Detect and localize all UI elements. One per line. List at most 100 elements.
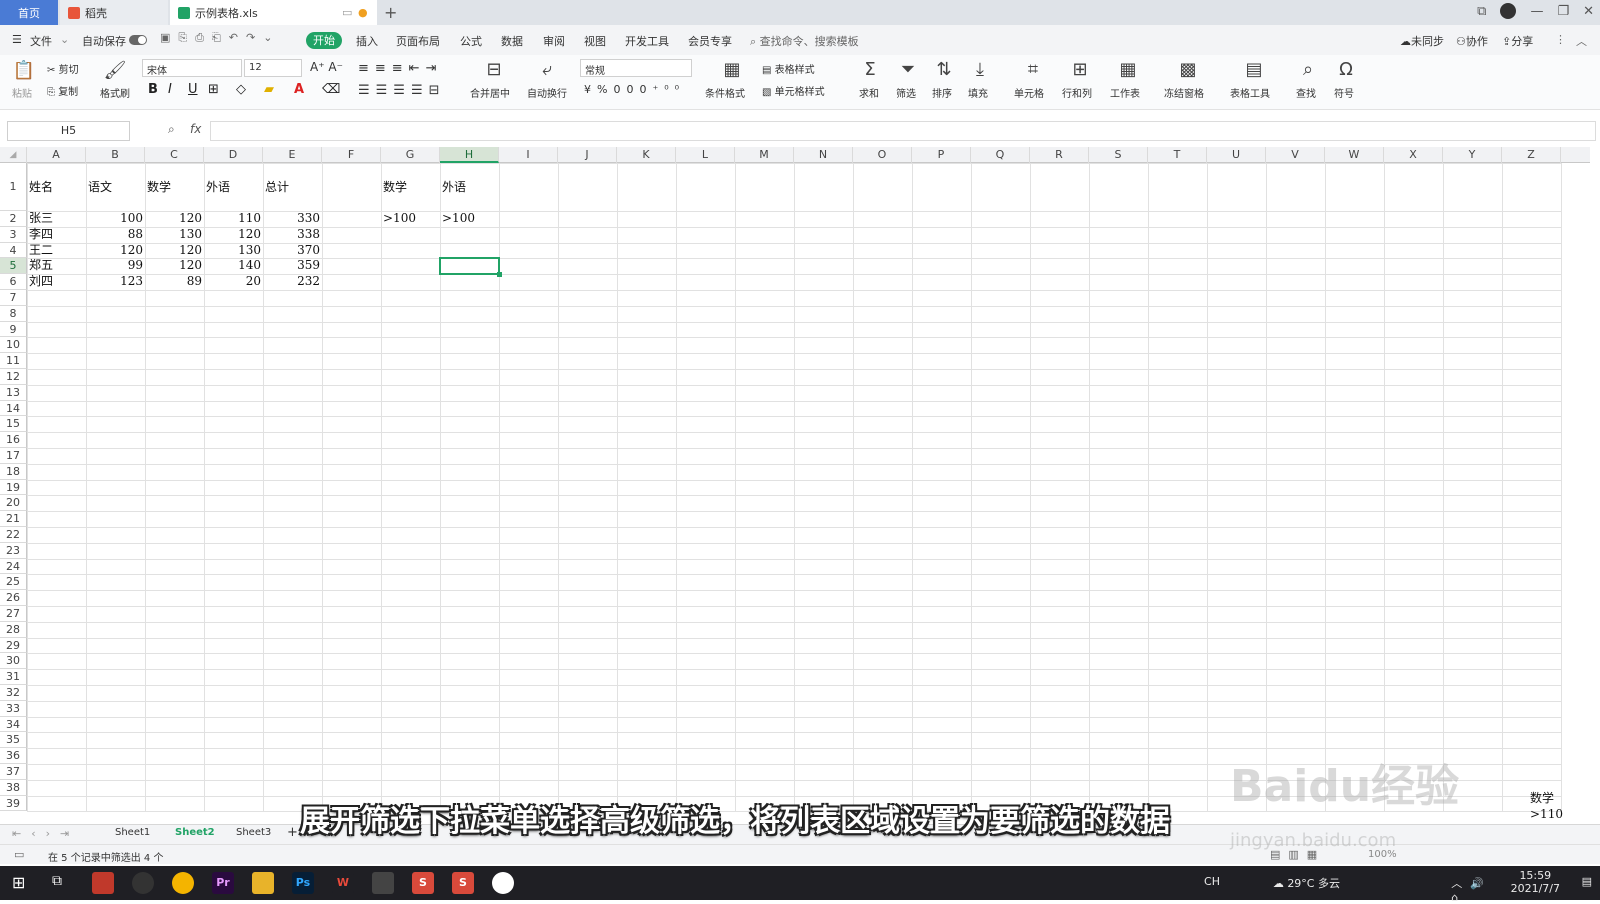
- ime-lang[interactable]: CH: [1204, 875, 1220, 888]
- find-icon[interactable]: ⌕: [1296, 59, 1320, 80]
- taskbar-app-other[interactable]: [492, 872, 514, 894]
- row-header-16[interactable]: 16: [0, 432, 27, 448]
- menu-review[interactable]: 审阅: [543, 33, 565, 49]
- row-header-8[interactable]: 8: [0, 305, 27, 322]
- select-all-corner[interactable]: ◢: [0, 147, 27, 163]
- column-header-F[interactable]: F: [322, 147, 381, 163]
- cell-E4[interactable]: 370: [263, 243, 322, 259]
- cell-B1[interactable]: 语文: [86, 163, 145, 211]
- add-sheet-button[interactable]: +: [287, 825, 298, 840]
- column-header-T[interactable]: T: [1148, 147, 1207, 163]
- menu-page-layout[interactable]: 页面布局: [396, 33, 440, 49]
- column-header-Y[interactable]: Y: [1443, 147, 1502, 163]
- sheet-tab-2[interactable]: Sheet2: [175, 827, 215, 838]
- name-box[interactable]: H5: [7, 121, 130, 141]
- font-color-icon[interactable]: A: [294, 82, 304, 97]
- shape-fill-icon[interactable]: ◇: [236, 82, 246, 97]
- tab-home[interactable]: 首页: [0, 0, 58, 25]
- row-header-27[interactable]: 27: [0, 606, 27, 622]
- column-header-X[interactable]: X: [1384, 147, 1443, 163]
- command-search[interactable]: ⌕ 查找命令、搜索模板: [750, 33, 859, 49]
- conditional-format-icon[interactable]: ▦: [720, 59, 744, 80]
- menu-developer[interactable]: 开发工具: [625, 33, 669, 49]
- freeze-panes-button[interactable]: 冻结窗格: [1164, 85, 1204, 100]
- column-header-Z[interactable]: Z: [1502, 147, 1561, 163]
- collab-button[interactable]: ⚇协作: [1456, 33, 1488, 49]
- cell-B6[interactable]: 123: [86, 274, 145, 290]
- cell-A5[interactable]: 郑五: [27, 258, 86, 274]
- cell-A6[interactable]: 刘四: [27, 274, 86, 290]
- row-header-26[interactable]: 26: [0, 590, 27, 606]
- cell-E2[interactable]: 330: [263, 211, 322, 227]
- filter-icon[interactable]: ⏷: [896, 59, 920, 80]
- sheet-tab-3[interactable]: Sheet3: [236, 827, 271, 838]
- sheet-tab-1[interactable]: Sheet1: [115, 827, 150, 838]
- worksheet-button[interactable]: 工作表: [1110, 85, 1140, 100]
- cell-B2[interactable]: 100: [86, 211, 145, 227]
- menu-insert[interactable]: 插入: [356, 33, 378, 49]
- column-header-U[interactable]: U: [1207, 147, 1266, 163]
- cell-A1[interactable]: 姓名: [27, 163, 86, 211]
- cell-A3[interactable]: 李四: [27, 227, 86, 243]
- row-header-29[interactable]: 29: [0, 637, 27, 654]
- cell-C5[interactable]: 120: [145, 258, 204, 274]
- freeze-icon[interactable]: ▩: [1176, 59, 1200, 80]
- symbol-icon[interactable]: Ω: [1334, 59, 1358, 80]
- tab-daoke[interactable]: 稻壳: [60, 0, 168, 25]
- taskbar-app-wps-sheet-1[interactable]: S: [412, 872, 434, 894]
- row-header-32[interactable]: 32: [0, 685, 27, 701]
- row-header-1[interactable]: 1: [0, 163, 27, 211]
- column-header-J[interactable]: J: [558, 147, 617, 163]
- cell-D5[interactable]: 140: [204, 258, 263, 274]
- row-header-11[interactable]: 11: [0, 353, 27, 369]
- row-header-12[interactable]: 12: [0, 369, 27, 385]
- number-format-select[interactable]: 常规: [580, 59, 692, 77]
- wrap-icon[interactable]: ⤶: [535, 59, 559, 80]
- row-header-13[interactable]: 13: [0, 384, 27, 401]
- row-header-25[interactable]: 25: [0, 574, 27, 591]
- cell-D6[interactable]: 20: [204, 274, 263, 290]
- font-name-select[interactable]: 宋体: [142, 59, 242, 77]
- macro-icon[interactable]: ▭: [14, 848, 24, 861]
- row-header-37[interactable]: 37: [0, 764, 27, 780]
- column-header-C[interactable]: C: [145, 147, 204, 163]
- taskbar-app-photoshop[interactable]: Ps: [292, 872, 314, 894]
- row-header-21[interactable]: 21: [0, 511, 27, 527]
- taskbar-app-explorer[interactable]: [252, 872, 274, 894]
- row-header-35[interactable]: 35: [0, 732, 27, 749]
- tab-spreadsheet-file[interactable]: 示例表格.xls ▭ ●: [170, 0, 377, 25]
- clear-icon[interactable]: ⌫: [322, 82, 340, 97]
- cell-C4[interactable]: 120: [145, 243, 204, 259]
- worksheet-icon[interactable]: ▦: [1116, 59, 1140, 80]
- column-header-W[interactable]: W: [1325, 147, 1384, 163]
- cell-E1[interactable]: 总计: [263, 163, 322, 211]
- bold-icon[interactable]: B: [148, 82, 158, 97]
- cell-D4[interactable]: 130: [204, 243, 263, 259]
- column-header-S[interactable]: S: [1089, 147, 1148, 163]
- conditional-format-button[interactable]: 条件格式: [705, 85, 745, 100]
- menu-file[interactable]: 文件: [30, 33, 52, 49]
- share-button[interactable]: ⇪分享: [1502, 33, 1533, 49]
- column-header-V[interactable]: V: [1266, 147, 1325, 163]
- row-header-15[interactable]: 15: [0, 416, 27, 433]
- cell-B3[interactable]: 88: [86, 227, 145, 243]
- menu-start[interactable]: 开始: [306, 32, 342, 49]
- table-style-button[interactable]: ▤ 表格样式: [762, 61, 815, 76]
- row-col-button[interactable]: 行和列: [1062, 85, 1092, 100]
- column-header-E[interactable]: E: [263, 147, 322, 163]
- row-header-17[interactable]: 17: [0, 448, 27, 464]
- column-header-P[interactable]: P: [912, 147, 971, 163]
- minimize-icon[interactable]: —: [1530, 4, 1543, 19]
- cell-H1[interactable]: 外语: [440, 163, 499, 211]
- avatar[interactable]: [1500, 3, 1517, 19]
- taskbar-app-wps-sheet-2[interactable]: S: [452, 872, 474, 894]
- row-header-14[interactable]: 14: [0, 400, 27, 417]
- cell-D1[interactable]: 外语: [204, 163, 263, 211]
- cell-G1[interactable]: 数学: [381, 163, 440, 211]
- table-tools-icon[interactable]: ▤: [1242, 59, 1266, 80]
- font-size-select[interactable]: 12: [244, 59, 302, 77]
- row-col-icon[interactable]: ⊞: [1068, 59, 1092, 80]
- cell-A2[interactable]: 张三: [27, 211, 86, 227]
- row-header-5[interactable]: 5: [0, 258, 27, 275]
- collapse-ribbon-icon[interactable]: ︿: [1576, 33, 1587, 49]
